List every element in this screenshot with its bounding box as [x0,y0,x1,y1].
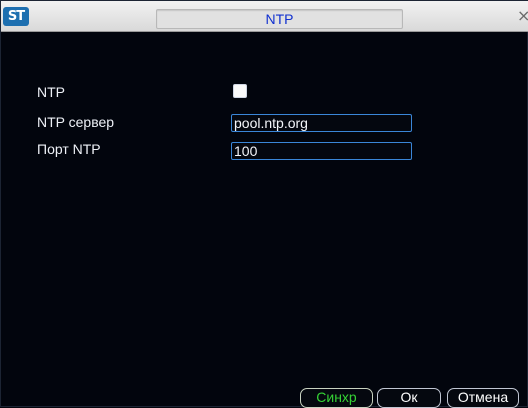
app-logo-icon: ST [3,7,29,26]
sync-button[interactable]: Синхр [300,388,373,408]
cancel-button[interactable]: Отмена [447,388,519,408]
ok-button[interactable]: Ок [377,388,441,408]
ntp-label: NTP [37,84,65,100]
title-bar: ST NTP × [1,1,528,32]
ntp-port-input[interactable] [231,142,412,160]
ntp-dialog: ST NTP × NTP NTP сервер Порт NTP Синхр О… [0,0,528,408]
close-icon[interactable]: × [517,7,528,25]
ntp-server-input[interactable] [231,114,412,132]
window-title: NTP [265,11,294,27]
ntp-enable-checkbox[interactable] [233,84,247,98]
ntp-port-label: Порт NTP [37,141,101,157]
ntp-server-label: NTP сервер [37,114,115,130]
